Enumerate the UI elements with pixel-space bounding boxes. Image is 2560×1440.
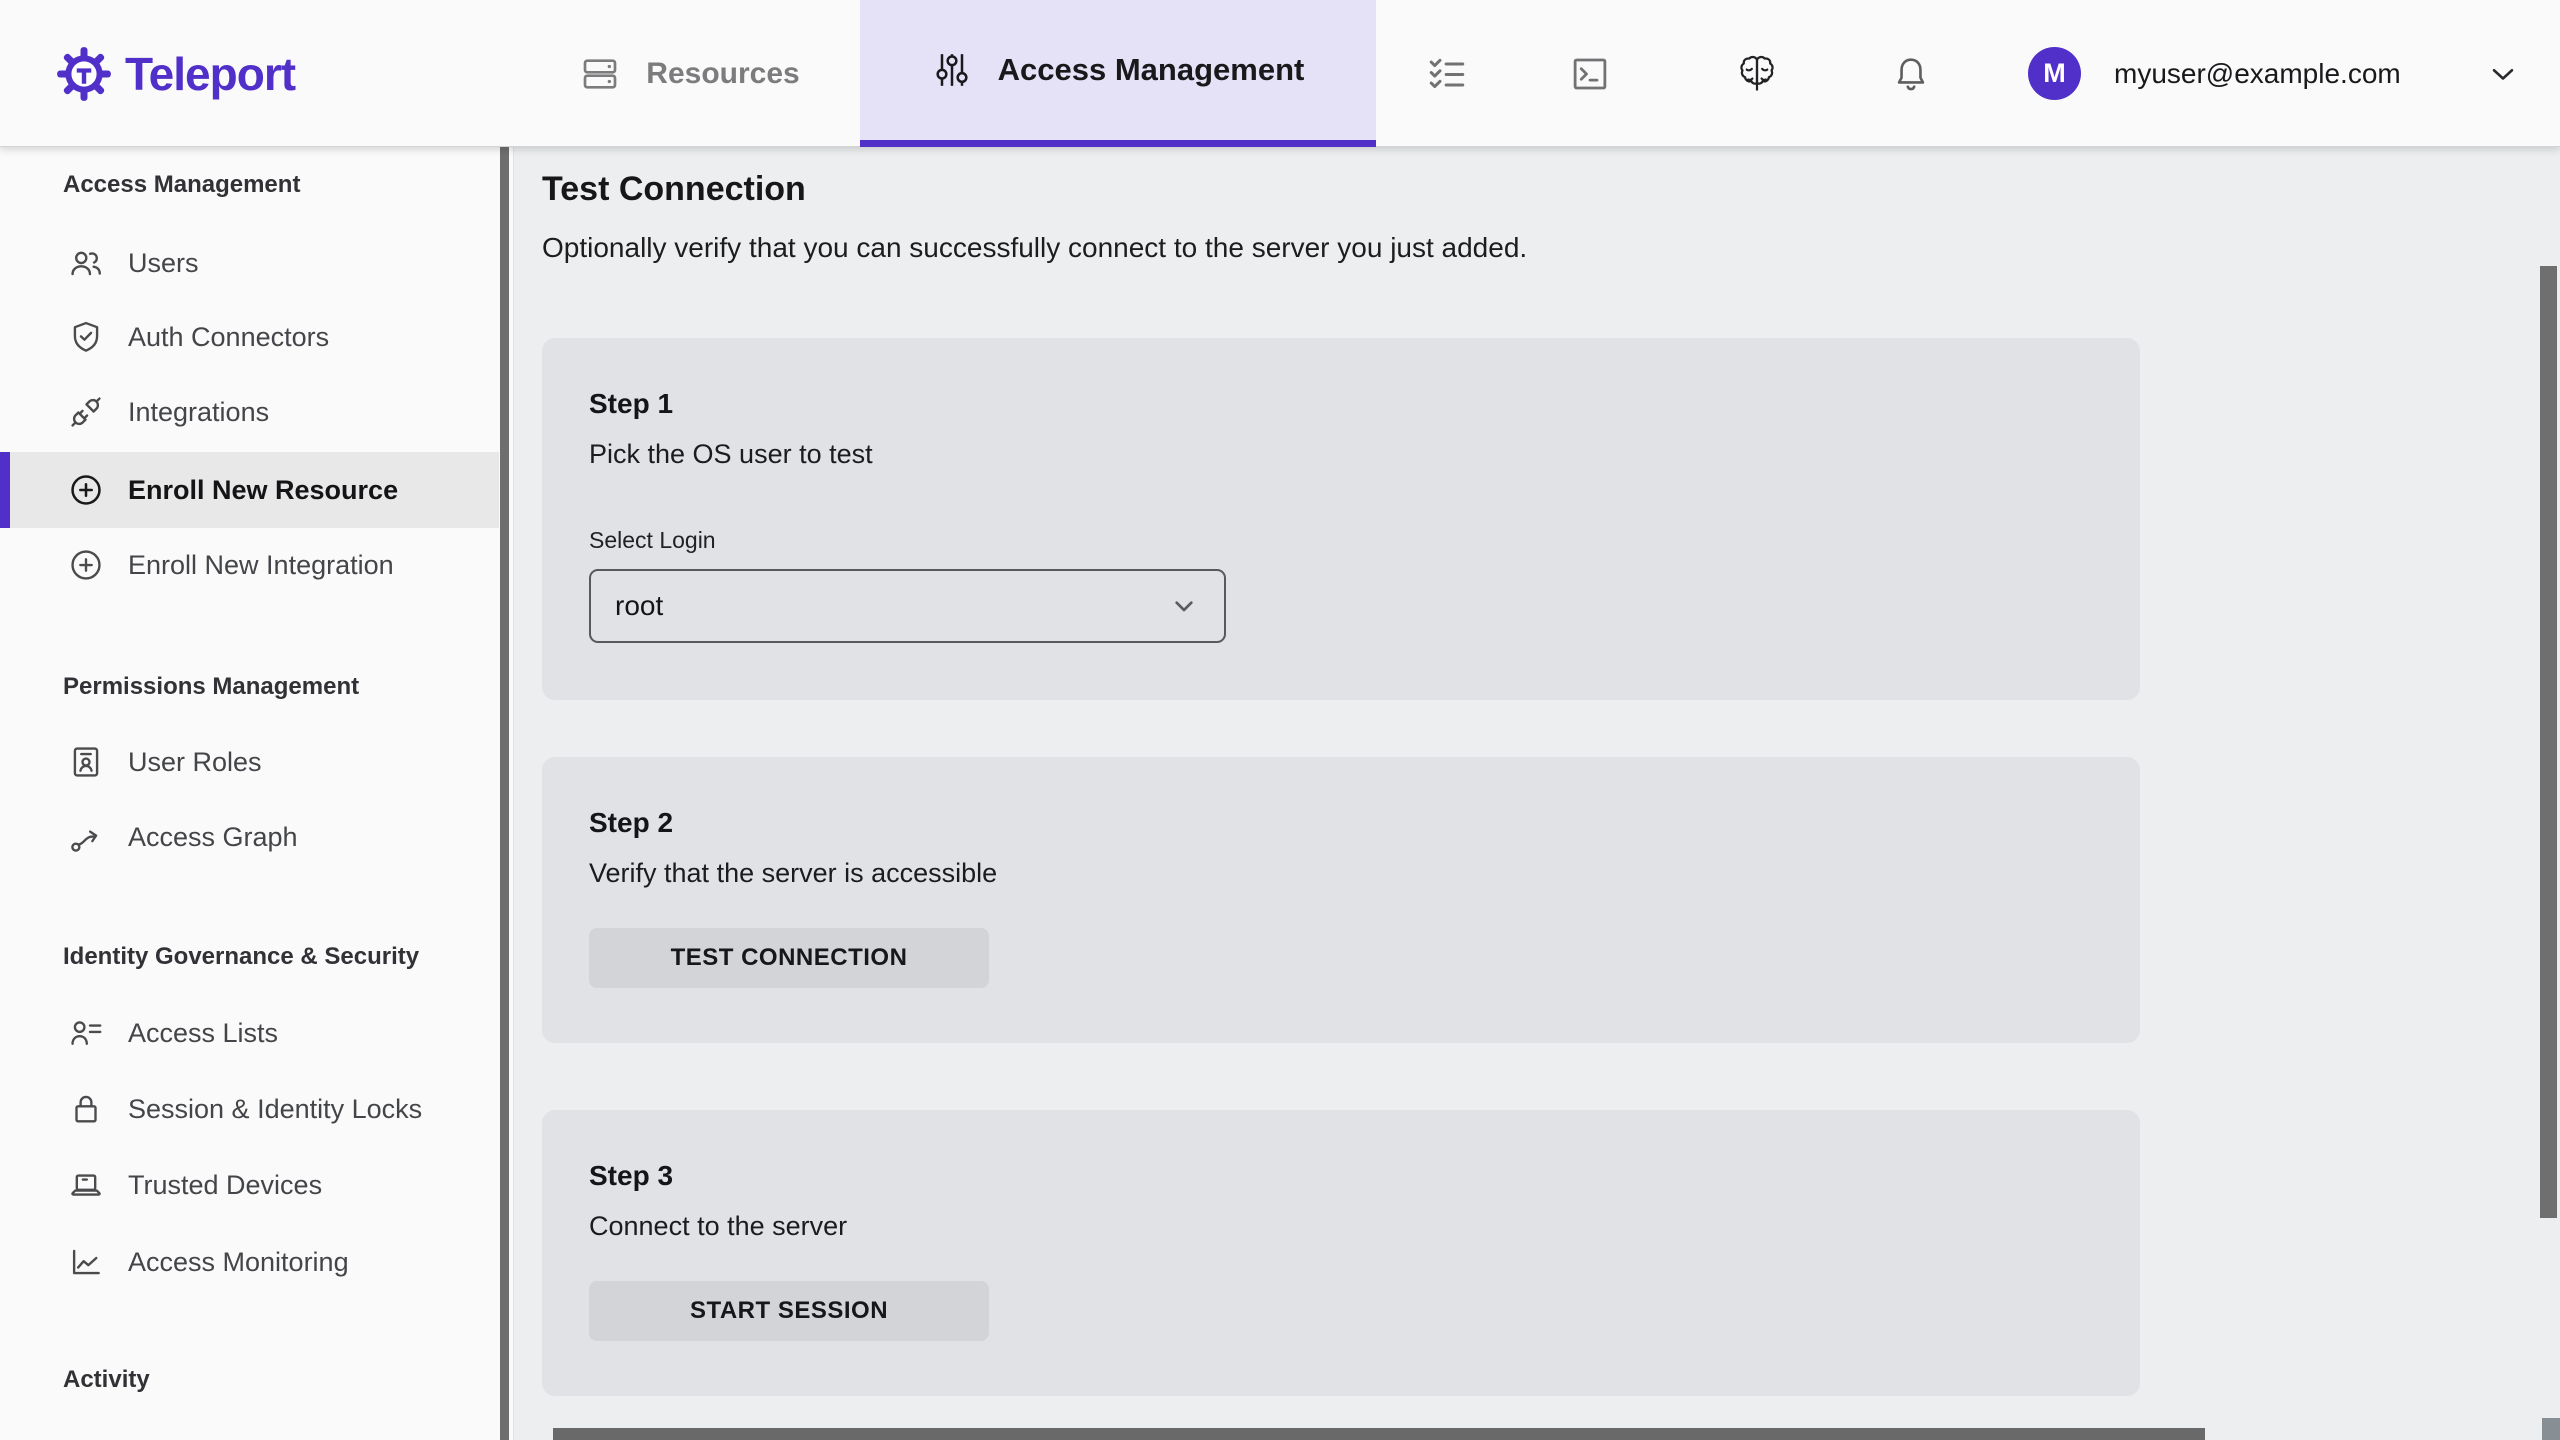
step-3-card: Step 3 Connect to the server START SESSI… [542, 1110, 2140, 1396]
main-scrollbar-thumb[interactable] [2540, 266, 2557, 1218]
chart-icon [66, 1242, 106, 1282]
sidebar-item-session-identity-locks[interactable]: Session & Identity Locks [0, 1071, 499, 1147]
tasks-checklist-icon [1426, 53, 1468, 95]
notifications-bell-button[interactable] [1870, 0, 1952, 147]
sidebar: Access Management Users Auth Connectors [0, 147, 514, 1440]
sidebar-heading-identity-governance: Identity Governance & Security [63, 943, 420, 970]
step-2-card: Step 2 Verify that the server is accessi… [542, 757, 2140, 1043]
teleport-logo[interactable]: Teleport [56, 0, 296, 147]
shield-check-icon [66, 317, 106, 357]
tab-access-management-label: Access Management [997, 52, 1305, 87]
sidebar-scrollbar-thumb[interactable] [500, 147, 509, 1440]
person-list-icon [66, 1013, 106, 1053]
tasks-checklist-button[interactable] [1406, 0, 1488, 147]
assist-brain-icon [1735, 52, 1779, 96]
tab-resources-label: Resources [646, 56, 800, 90]
sidebar-item-enroll-new-resource[interactable]: Enroll New Resource [0, 452, 499, 528]
lock-icon [66, 1089, 106, 1129]
main-content: Test Connection Optionally verify that y… [515, 147, 2560, 1440]
user-menu[interactable]: M myuser@example.com [2005, 0, 2545, 147]
select-login-label: Select Login [589, 527, 716, 553]
sidebar-item-user-roles[interactable]: User Roles [0, 724, 499, 800]
top-nav: Teleport Resources Access Management M m… [0, 0, 2560, 147]
select-login-value: root [615, 590, 664, 621]
page-title: Test Connection [542, 170, 806, 208]
select-login-dropdown[interactable]: root [589, 569, 1226, 643]
sidebar-item-access-graph[interactable]: Access Graph [0, 799, 499, 875]
sidebar-item-integrations[interactable]: Integrations [0, 374, 499, 450]
plus-circle-icon [66, 470, 106, 510]
chevron-down-icon [1168, 590, 1200, 622]
plug-icon [66, 392, 106, 432]
start-session-button[interactable]: START SESSION [589, 1281, 989, 1341]
page-subtitle: Optionally verify that you can successfu… [542, 232, 1528, 263]
plus-circle-icon [66, 545, 106, 585]
sidebar-item-auth-connectors[interactable]: Auth Connectors [0, 299, 499, 375]
notifications-bell-icon [1890, 53, 1932, 95]
sidebar-item-trusted-devices[interactable]: Trusted Devices [0, 1147, 499, 1223]
test-connection-button[interactable]: TEST CONNECTION [589, 928, 989, 988]
tab-resources[interactable]: Resources [545, 0, 835, 147]
terminal-button[interactable] [1549, 0, 1631, 147]
assist-brain-button[interactable] [1716, 0, 1798, 147]
sidebar-item-enroll-new-integration[interactable]: Enroll New Integration [0, 527, 499, 603]
sidebar-heading-access-management: Access Management [63, 171, 301, 198]
user-email: myuser@example.com [2114, 57, 2401, 89]
terminal-icon [1569, 53, 1611, 95]
sidebar-heading-permissions-management: Permissions Management [63, 673, 360, 700]
step-3-name: Step 3 [589, 1160, 674, 1191]
sidebar-heading-activity: Activity [63, 1366, 150, 1393]
users-icon [66, 243, 106, 283]
servers-icon [580, 54, 620, 94]
brand-wordmark: Teleport [125, 47, 296, 100]
id-card-icon [66, 742, 106, 782]
tab-access-management[interactable]: Access Management [860, 0, 1376, 147]
laptop-icon [66, 1165, 106, 1205]
terminal-top-bar-right-fragment [2542, 1418, 2560, 1440]
sidebar-item-access-monitoring[interactable]: Access Monitoring [0, 1224, 499, 1300]
step-2-name: Step 2 [589, 807, 674, 838]
step-3-description: Connect to the server [589, 1211, 848, 1241]
step-2-description: Verify that the server is accessible [589, 858, 998, 888]
chevron-down-icon [2485, 56, 2521, 92]
step-1-name: Step 1 [589, 388, 674, 419]
sliders-icon [932, 50, 972, 90]
step-1-card: Step 1 Pick the OS user to test Select L… [542, 338, 2140, 700]
teleport-gear-icon [56, 46, 112, 102]
terminal-top-bar [553, 1428, 2205, 1440]
step-1-description: Pick the OS user to test [589, 439, 873, 469]
sidebar-item-access-lists[interactable]: Access Lists [0, 995, 499, 1071]
avatar: M [2028, 47, 2081, 100]
graph-arrow-icon [66, 817, 106, 857]
sidebar-item-users[interactable]: Users [0, 225, 499, 301]
